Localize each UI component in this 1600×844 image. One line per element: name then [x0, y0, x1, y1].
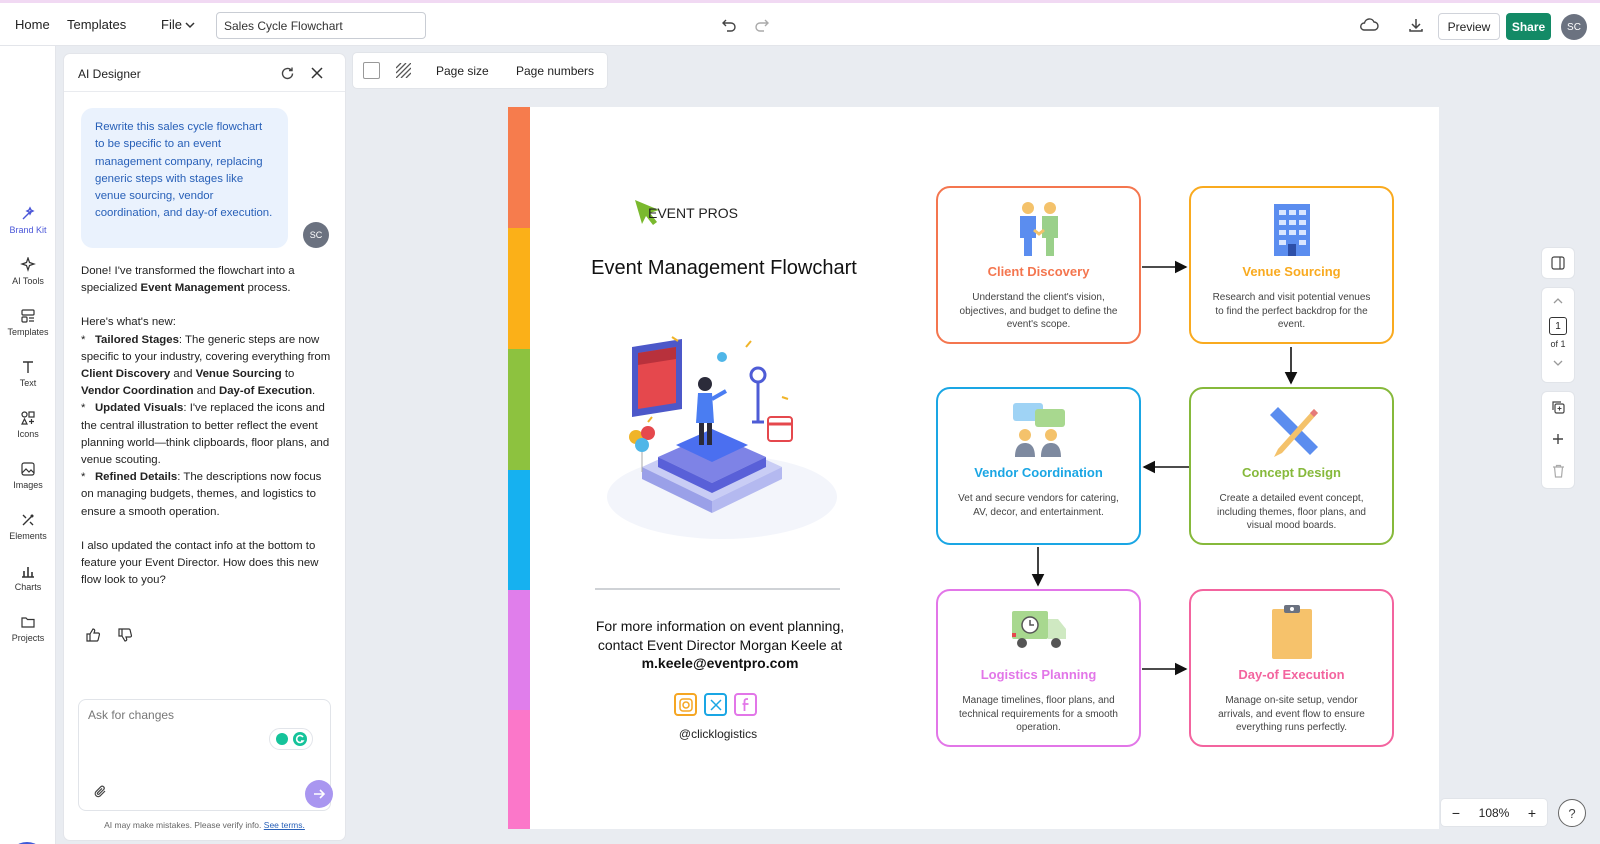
rail-label: Images: [13, 480, 43, 490]
page-numbers-button[interactable]: Page numbers: [516, 64, 594, 78]
ai-disclaimer: AI may make mistakes. Please verify info…: [104, 820, 305, 830]
document-name-input[interactable]: [216, 12, 426, 39]
rail-elements[interactable]: Elements: [0, 512, 56, 541]
panel-title: AI Designer: [78, 67, 141, 81]
ask-for-changes-input[interactable]: [88, 708, 288, 722]
rail-label: AI Tools: [12, 276, 44, 286]
zoom-level[interactable]: 108%: [1471, 804, 1517, 822]
reply-bullet-1: * Tailored Stages: The generic steps are…: [81, 333, 331, 398]
page-toolbar: Page size Page numbers: [353, 53, 607, 88]
download-icon[interactable]: [1405, 14, 1427, 36]
background-color-swatch[interactable]: [363, 62, 380, 79]
rail-label: Elements: [9, 531, 47, 541]
page-total: of 1: [1550, 339, 1566, 349]
refresh-icon[interactable]: [278, 64, 296, 82]
undo-icon[interactable]: [720, 16, 738, 34]
home-link[interactable]: Home: [15, 17, 50, 32]
rail-label: Icons: [17, 429, 39, 439]
arrow-right-icon: [314, 789, 326, 799]
reply-intro: Done! I've transformed the flowchart int…: [81, 265, 295, 295]
ai-designer-panel: AI Designer Rewrite this sales cycle flo…: [64, 54, 345, 840]
reply-bullet-2: * Updated Visuals: I've replaced the ico…: [81, 402, 330, 467]
user-message: Rewrite this sales cycle flowchart to be…: [81, 108, 288, 248]
image-icon: [21, 462, 35, 476]
assistant-reply: Done! I've transformed the flowchart int…: [81, 263, 333, 606]
user-message-avatar: SC: [303, 222, 329, 248]
chevron-down-icon[interactable]: [1550, 356, 1566, 370]
see-terms-link[interactable]: See terms.: [264, 820, 305, 830]
rail-label: Brand Kit: [9, 225, 47, 235]
zoom-in-button[interactable]: +: [1523, 804, 1541, 822]
send-button[interactable]: [305, 780, 333, 808]
left-rail: Brand Kit AI Tools Templates Text Icons …: [0, 46, 56, 844]
folder-icon: [21, 617, 35, 628]
cloud-sync-icon[interactable]: [1356, 14, 1382, 36]
flow-arrows: [1031, 260, 1298, 676]
chart-icon: [22, 567, 34, 578]
rail-icons[interactable]: Icons: [0, 410, 56, 439]
rail-brand-kit[interactable]: Brand Kit: [0, 206, 56, 235]
duplicate-page-icon[interactable]: [1549, 398, 1567, 416]
magic-wand-icon: [22, 206, 35, 220]
rail-label: Charts: [14, 582, 42, 592]
chat-composer: [78, 699, 333, 811]
close-icon[interactable]: [308, 64, 326, 82]
rail-images[interactable]: Images: [0, 461, 56, 490]
page-navigator: 1 of 1: [1542, 288, 1574, 382]
grammarly-icon: [276, 732, 307, 746]
rail-label: Text: [19, 378, 37, 388]
text-icon: [23, 361, 33, 373]
reply-bullet-3: * Refined Details: The descriptions now …: [81, 471, 322, 518]
templates-icon: [21, 309, 35, 323]
elements-icon: [22, 514, 34, 526]
zoom-out-button[interactable]: −: [1447, 804, 1465, 822]
redo-icon[interactable]: [753, 16, 771, 34]
chevron-up-icon[interactable]: [1550, 294, 1566, 308]
rail-text[interactable]: Text: [0, 359, 56, 388]
reply-whats-new: Here's what's new:: [81, 316, 176, 329]
sparkles-icon: [20, 257, 36, 272]
zoom-control: − 108% +: [1441, 799, 1547, 826]
rail-ai-tools[interactable]: AI Tools: [0, 257, 56, 286]
current-page-indicator[interactable]: 1: [1549, 317, 1567, 335]
thumbs-down-icon[interactable]: [116, 626, 134, 644]
attach-icon[interactable]: [91, 782, 109, 800]
page-actions: [1542, 392, 1574, 488]
file-menu[interactable]: File: [161, 17, 182, 32]
user-avatar[interactable]: SC: [1561, 14, 1587, 40]
sidebar-toggle-icon: [1549, 254, 1567, 272]
rail-projects[interactable]: Projects: [0, 614, 56, 643]
shapes-icon: [21, 411, 35, 425]
reply-outro: I also updated the contact info at the b…: [81, 539, 319, 587]
design-canvas[interactable]: EVENT PROS Event Management Flowchart Fo…: [508, 107, 1439, 829]
rail-label: Projects: [11, 633, 45, 643]
panel-toggle-button[interactable]: [1542, 248, 1574, 278]
help-icon[interactable]: ?: [1558, 799, 1586, 827]
rail-charts[interactable]: Charts: [0, 563, 56, 592]
share-button[interactable]: Share: [1506, 13, 1551, 40]
delete-page-icon[interactable]: [1549, 462, 1567, 480]
grammarly-badge[interactable]: [269, 728, 313, 750]
pattern-icon[interactable]: [395, 62, 412, 79]
thumbs-up-icon[interactable]: [84, 626, 102, 644]
top-bar: Home Templates File Preview Share SC: [0, 0, 1600, 46]
templates-link[interactable]: Templates: [67, 17, 126, 32]
rail-templates[interactable]: Templates: [0, 308, 56, 337]
panel-header: AI Designer: [64, 54, 345, 92]
page-size-button[interactable]: Page size: [436, 64, 489, 78]
chevron-down-icon[interactable]: [184, 19, 196, 31]
rail-label: Templates: [7, 327, 49, 337]
preview-button[interactable]: Preview: [1438, 13, 1500, 40]
add-page-icon[interactable]: [1549, 430, 1567, 448]
